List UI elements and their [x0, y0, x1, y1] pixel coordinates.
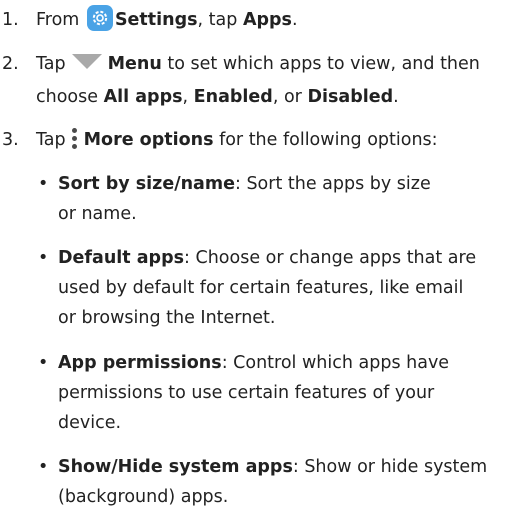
- step-number: 2.: [2, 54, 19, 74]
- option-sort-line-2: or name.: [58, 204, 137, 224]
- option-default-line-1: Default apps: Choose or change apps that…: [58, 248, 477, 268]
- all-apps-label: All apps: [103, 87, 183, 107]
- option-system-line-2: (background) apps.: [58, 487, 229, 507]
- step-2-text-line-1: Tap Menu to set which apps to view, and t…: [36, 53, 480, 74]
- bullet-glyph: •: [38, 174, 49, 194]
- step-number: 3.: [2, 130, 19, 150]
- option-sort-line-1: Sort by size/name: Sort the apps by size: [58, 174, 431, 194]
- step-1-text: From Settings, tap Apps.: [36, 5, 298, 34]
- option-title: Sort by size/name: [58, 174, 235, 194]
- bullet-glyph: •: [38, 353, 49, 373]
- option-title: App permissions: [58, 353, 222, 373]
- bullet-glyph: •: [38, 457, 49, 477]
- option-system-line-1: Show/Hide system apps: Show or hide syst…: [58, 457, 488, 477]
- more-options-dots-icon: [71, 127, 78, 149]
- option-default-line-3: or browsing the Internet.: [58, 308, 276, 328]
- settings-label: Settings: [114, 10, 198, 30]
- more-options-label: More options: [83, 130, 214, 150]
- disabled-label: Disabled: [307, 87, 394, 107]
- enabled-label: Enabled: [193, 87, 273, 107]
- step-3-text: Tap More options for the following option…: [36, 126, 438, 154]
- step-number: 1.: [2, 10, 19, 30]
- apps-label: Apps: [242, 10, 292, 30]
- option-permissions-line-3: device.: [58, 413, 122, 433]
- option-default-line-2: used by default for certain features, li…: [58, 278, 464, 298]
- option-permissions-line-2: permissions to use certain features of y…: [58, 383, 435, 403]
- step-2-text-line-2: choose All apps, Enabled, or Disabled.: [36, 87, 399, 107]
- option-title: Default apps: [58, 248, 185, 268]
- menu-triangle-icon: [71, 53, 102, 69]
- bullet-glyph: •: [38, 248, 49, 268]
- option-title: Show/Hide system apps: [58, 457, 293, 477]
- option-permissions-line-1: App permissions: Control which apps have: [58, 353, 450, 373]
- menu-label: Menu: [107, 54, 162, 74]
- settings-gear-icon: [86, 5, 113, 31]
